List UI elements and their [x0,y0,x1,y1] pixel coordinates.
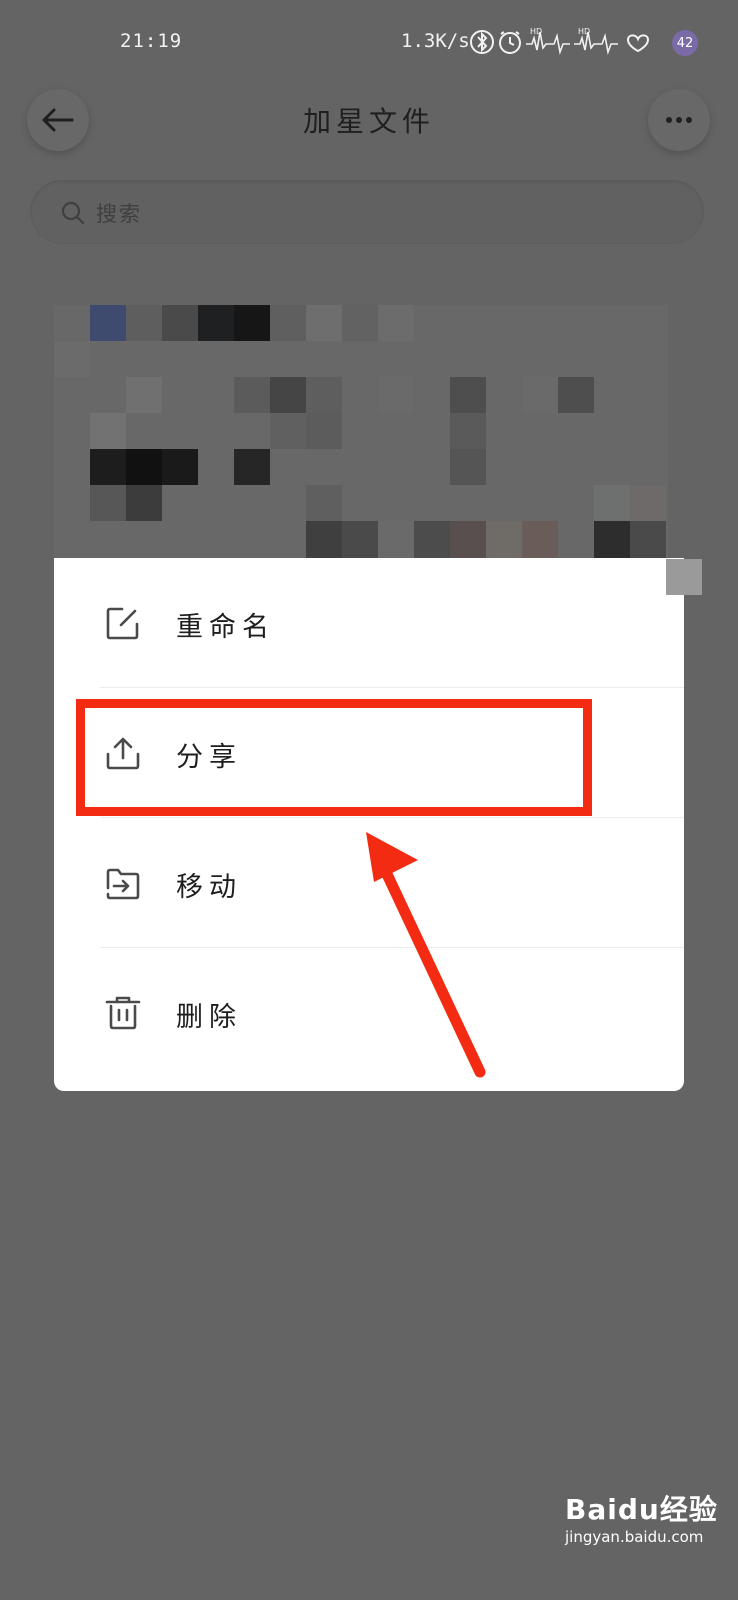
bluetooth-icon [470,30,494,54]
rename-icon [106,607,139,640]
move-icon [106,868,140,900]
more-button[interactable] [648,89,710,151]
thumbnail-corner [666,559,702,595]
hd-signal-icon: HD [526,27,570,55]
baidu-logo: Baidu经验 [565,1493,718,1526]
menu-item-label: 重命名 [176,612,275,643]
svg-text:HD: HD [578,27,590,36]
paw-icon: du [617,1493,660,1526]
status-bar: 21:19 1.3K/s HD HD 42 [0,0,738,82]
highlight-annotation [76,699,592,816]
page-title: 加星文件 [302,105,435,138]
search-icon [61,201,85,225]
status-time: 21:19 [120,30,183,52]
status-icons: HD HD [470,27,650,55]
search-input[interactable]: 搜索 [30,180,704,244]
delete-icon [105,996,141,1030]
svg-text:HD: HD [530,27,542,36]
menu-item-label: 移动 [176,872,242,903]
pixelated-image [54,305,666,558]
menu-item-rename[interactable]: 重命名 [54,558,684,688]
more-dots-icon [666,117,692,123]
baidu-watermark: Baidu经验 jingyan.baidu.com [565,1488,718,1546]
watermark-url: jingyan.baidu.com [565,1528,704,1546]
heart-icon [626,34,650,53]
menu-item-label: 删除 [176,1002,242,1033]
network-speed: 1.3K/s [401,30,470,52]
hd-signal-icon: HD [574,27,618,55]
file-thumbnail[interactable] [54,305,668,558]
search-placeholder: 搜索 [96,202,142,226]
alarm-icon [499,31,521,54]
red-arrow-annotation [366,832,486,1078]
notification-badge: 42 [672,30,698,56]
